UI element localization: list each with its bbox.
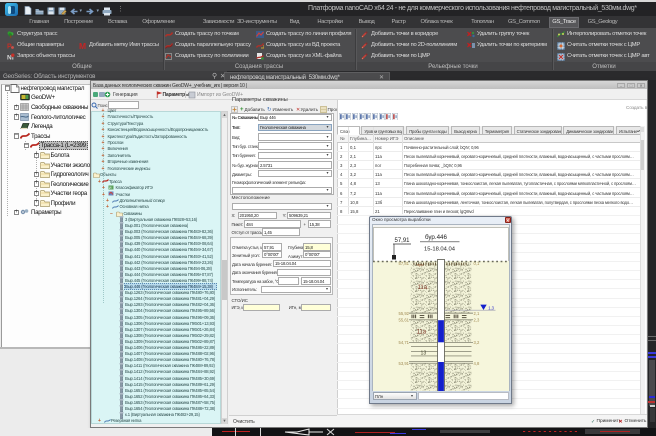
svg-text:11а.: 11а. — [417, 285, 429, 291]
svg-text:2,3: 2,3 — [473, 317, 479, 322]
svg-text:M: M — [79, 42, 86, 50]
svg-text:3,2: 3,2 — [473, 339, 479, 344]
svg-text:53,91: 53,91 — [398, 360, 409, 365]
svg-text:бур.446: бур.446 — [425, 234, 447, 241]
svg-text:57,91: 57,91 — [394, 238, 410, 244]
svg-text:1,3: 1,3 — [488, 305, 494, 310]
svg-text:0,1: 0,1 — [473, 261, 479, 266]
svg-text:55,92: 55,92 — [398, 311, 409, 316]
svg-text:4,8: 4,8 — [473, 360, 479, 365]
svg-text:13: 13 — [420, 350, 426, 356]
svg-text:прс: прс — [417, 261, 423, 266]
svg-text:57,81: 57,81 — [398, 261, 409, 266]
svg-text:15-18.04.04: 15-18.04.04 — [424, 246, 456, 252]
svg-text:55,61: 55,61 — [398, 317, 409, 322]
svg-text:54,71: 54,71 — [398, 339, 409, 344]
svg-text:2,1: 2,1 — [473, 311, 479, 316]
svg-text:P: P — [7, 43, 12, 49]
svg-text:11а: 11а — [416, 329, 426, 335]
